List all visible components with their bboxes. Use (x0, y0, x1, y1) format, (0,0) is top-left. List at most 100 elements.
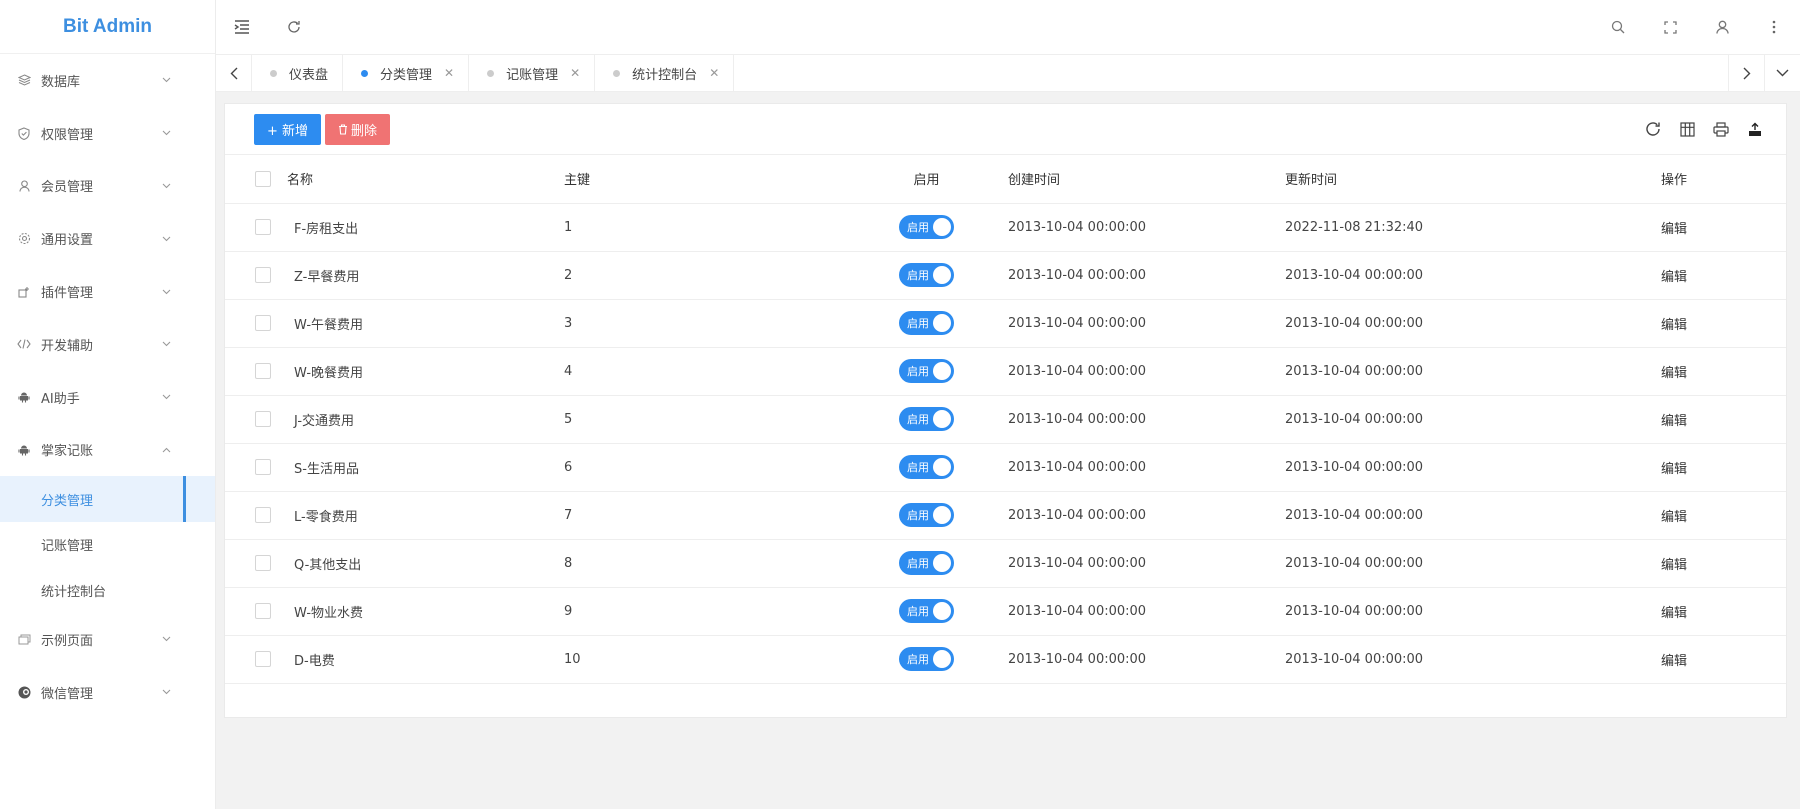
search-button[interactable] (1592, 0, 1644, 54)
table-row[interactable]: W-午餐费用 3 启用 2013-10-04 00:00:00 2013-10-04 0… (225, 299, 1786, 348)
table-row[interactable]: S-生活用品 6 启用 2013-10-04 00:00:00 2013-10-04 0… (225, 443, 1786, 492)
row-checkbox[interactable] (255, 267, 271, 283)
edit-link[interactable]: 编辑 (1562, 491, 1786, 540)
sidebar-item-8[interactable]: 示例页面 (0, 613, 215, 666)
edit-link[interactable]: 编辑 (1562, 299, 1786, 348)
tab-2[interactable]: 记账管理 ✕ (469, 55, 596, 91)
enabled-toggle[interactable]: 启用 (899, 599, 954, 623)
cell-name: D-电费 (287, 635, 564, 684)
enabled-toggle[interactable]: 启用 (899, 407, 954, 431)
more-button[interactable] (1748, 0, 1800, 54)
enabled-toggle[interactable]: 启用 (899, 263, 954, 287)
enabled-toggle[interactable]: 启用 (899, 359, 954, 383)
cell-id: 3 (564, 299, 845, 348)
edit-link[interactable]: 编辑 (1562, 347, 1786, 396)
tabs-scroll-right-button[interactable] (1728, 55, 1764, 91)
sidebar-item-5[interactable]: 开发辅助 (0, 318, 215, 371)
fullscreen-button[interactable] (1644, 0, 1696, 54)
row-checkbox[interactable] (255, 507, 271, 523)
sidebar-item-6[interactable]: AI助手 (0, 371, 215, 424)
sidebar-item-2[interactable]: 会员管理 (0, 160, 215, 213)
row-checkbox[interactable] (255, 603, 271, 619)
edit-link[interactable]: 编辑 (1562, 635, 1786, 684)
pages-icon (17, 632, 31, 646)
row-checkbox[interactable] (255, 219, 271, 235)
sidebar-item-9[interactable]: 微信管理 (0, 666, 215, 719)
cell-enabled: 启用 (845, 539, 1008, 588)
cell-name: J-交通费用 (287, 395, 564, 444)
edit-link[interactable]: 编辑 (1562, 251, 1786, 300)
column-header-id[interactable]: 主键 (564, 155, 845, 204)
tabs-scroll-left-button[interactable] (216, 55, 252, 91)
tab-close-icon[interactable]: ✕ (709, 66, 719, 80)
enabled-toggle[interactable]: 启用 (899, 503, 954, 527)
enabled-toggle[interactable]: 启用 (899, 311, 954, 335)
cell-name: F-房租支出 (287, 203, 564, 252)
cell-created: 2013-10-04 00:00:00 (1008, 443, 1285, 492)
sidebar-subitem-7-1[interactable]: 记账管理 (0, 522, 215, 568)
delete-button[interactable]: 删除 (325, 113, 391, 145)
enabled-toggle[interactable]: 启用 (899, 551, 954, 575)
table-row[interactable]: Z-早餐费用 2 启用 2013-10-04 00:00:00 2013-10-04 0… (225, 251, 1786, 300)
sidebar-item-7[interactable]: 掌家记账 (0, 424, 215, 477)
refresh-button[interactable] (268, 0, 320, 54)
table-row[interactable]: W-物业水费 9 启用 2013-10-04 00:00:00 2013-10-04 0… (225, 587, 1786, 636)
tab-status-dot (361, 69, 369, 77)
select-all-checkbox[interactable] (255, 170, 271, 187)
column-header-name[interactable]: 名称 (287, 155, 564, 204)
row-checkbox[interactable] (255, 459, 271, 475)
table-row[interactable]: F-房租支出 1 启用 2013-10-04 00:00:00 2022-11-08 2… (225, 203, 1786, 252)
enabled-toggle[interactable]: 启用 (899, 647, 954, 671)
sidebar-item-3[interactable]: 通用设置 (0, 212, 215, 265)
table-row[interactable]: J-交通费用 5 启用 2013-10-04 00:00:00 2013-10-04 0… (225, 395, 1786, 444)
edit-link[interactable]: 编辑 (1562, 443, 1786, 492)
sidebar-item-0[interactable]: 数据库 (0, 54, 215, 107)
tab-close-icon[interactable]: ✕ (570, 66, 580, 80)
tab-3[interactable]: 统计控制台 ✕ (595, 55, 735, 91)
edit-link[interactable]: 编辑 (1562, 587, 1786, 636)
enabled-toggle[interactable]: 启用 (899, 215, 954, 239)
row-checkbox[interactable] (255, 555, 271, 571)
enabled-toggle[interactable]: 启用 (899, 455, 954, 479)
toggle-knob (933, 266, 951, 284)
row-checkbox[interactable] (255, 315, 271, 331)
tab-label: 仪表盘 (289, 67, 329, 83)
columns-button[interactable] (1670, 114, 1704, 144)
sidebar-subitem-7-2[interactable]: 统计控制台 (0, 567, 215, 613)
tab-1[interactable]: 分类管理 ✕ (343, 55, 470, 91)
cell-name: L-零食费用 (287, 491, 564, 540)
tab-close-icon[interactable]: ✕ (444, 66, 454, 80)
table-row[interactable]: Q-其他支出 8 启用 2013-10-04 00:00:00 2013-10-04 0… (225, 539, 1786, 588)
tabs-dropdown-button[interactable] (1764, 55, 1800, 91)
android-icon (17, 443, 31, 457)
select-all-cell (225, 155, 287, 204)
row-checkbox[interactable] (255, 411, 271, 427)
column-header-created[interactable]: 创建时间 (1008, 155, 1285, 204)
table-refresh-button[interactable] (1636, 114, 1670, 144)
column-header-updated[interactable]: 更新时间 (1285, 155, 1562, 204)
user-button[interactable] (1696, 0, 1748, 54)
column-header-enabled[interactable]: 启用 (845, 155, 1008, 204)
toggle-knob (933, 410, 951, 428)
edit-link[interactable]: 编辑 (1562, 395, 1786, 444)
menu-fold-button[interactable] (216, 0, 268, 54)
sidebar-item-1[interactable]: 权限管理 (0, 107, 215, 160)
add-button[interactable]: + 新增 (254, 113, 322, 145)
edit-link[interactable]: 编辑 (1562, 203, 1786, 252)
row-checkbox[interactable] (255, 651, 271, 667)
table-row[interactable]: W-晚餐费用 4 启用 2013-10-04 00:00:00 2013-10-04 0… (225, 347, 1786, 396)
row-checkbox[interactable] (255, 363, 271, 379)
table-row[interactable]: D-电费 10 启用 2013-10-04 00:00:00 2013-10-04 00… (225, 635, 1786, 684)
sidebar-item-4[interactable]: 插件管理 (0, 265, 215, 318)
edit-link[interactable]: 编辑 (1562, 539, 1786, 588)
tab-status-dot (613, 69, 621, 77)
print-button[interactable] (1704, 114, 1738, 144)
cell-name: Z-早餐费用 (287, 251, 564, 300)
cell-id: 10 (564, 635, 845, 684)
table-row[interactable]: L-零食费用 7 启用 2013-10-04 00:00:00 2013-10-04 0… (225, 491, 1786, 540)
tab-0[interactable]: 仪表盘 (252, 55, 344, 91)
sidebar-item-label: AI助手 (41, 391, 80, 407)
tab-status-dot (487, 69, 495, 77)
export-button[interactable] (1738, 114, 1772, 144)
sidebar-subitem-7-0[interactable]: 分类管理 (0, 476, 215, 522)
